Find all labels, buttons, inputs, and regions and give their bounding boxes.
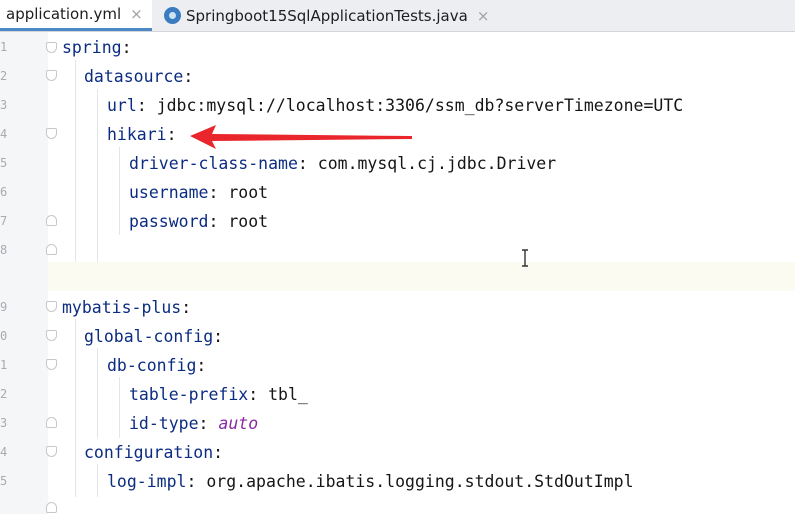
code-line[interactable]: log-impl: org.apache.ibatis.logging.stdo…: [107, 467, 634, 496]
fold-icon[interactable]: [46, 70, 57, 81]
line-number: 6: [0, 185, 8, 199]
line-number: 4: [0, 445, 8, 459]
code-line[interactable]: global-config:: [84, 322, 223, 351]
fold-icon[interactable]: [46, 359, 57, 370]
fold-icon[interactable]: [46, 502, 57, 513]
line-number: 3: [0, 98, 8, 112]
indent-guide: [97, 464, 98, 497]
code-line[interactable]: configuration:: [84, 438, 223, 467]
line-number: 8: [0, 243, 8, 257]
line-number: 9: [0, 300, 8, 314]
text-cursor-icon: [522, 249, 528, 267]
indent-guide: [97, 348, 98, 438]
close-icon[interactable]: ×: [477, 7, 490, 25]
editor-tab-bar: application.yml × Springboot15SqlApplica…: [0, 0, 795, 32]
line-number: 4: [0, 127, 8, 141]
fold-icon[interactable]: [46, 244, 57, 255]
code-line[interactable]: username: root: [129, 178, 268, 207]
code-line[interactable]: password: root: [129, 207, 268, 236]
code-line[interactable]: id-type: auto: [129, 409, 258, 438]
tab-label: application.yml: [6, 5, 122, 23]
current-line-highlight: [48, 262, 795, 291]
line-number: 7: [0, 214, 8, 228]
line-number: 2: [0, 387, 8, 401]
indent-guide: [119, 377, 120, 438]
fold-icon[interactable]: [46, 301, 57, 312]
line-number: 3: [0, 416, 8, 430]
fold-icon[interactable]: [46, 446, 57, 457]
tab-label: Springboot15SqlApplicationTests.java: [186, 6, 468, 25]
indent-guide: [119, 147, 120, 235]
fold-icon[interactable]: [46, 417, 57, 428]
code-line[interactable]: datasource:: [84, 62, 193, 91]
annotation-arrow: [190, 125, 412, 149]
code-line[interactable]: url: jdbc:mysql://localhost:3306/ssm_db?…: [107, 91, 683, 120]
line-number: 1: [0, 40, 8, 54]
indent-guide: [75, 60, 76, 262]
indent-guide: [97, 89, 98, 262]
line-number: 1: [0, 358, 8, 372]
fold-icon[interactable]: [46, 42, 57, 53]
code-line[interactable]: mybatis-plus:: [62, 293, 191, 322]
tab-application-yml[interactable]: application.yml ×: [0, 0, 152, 31]
code-line[interactable]: db-config:: [107, 351, 206, 380]
line-number: 5: [0, 156, 8, 170]
spring-test-file-icon: [164, 7, 181, 24]
code-line[interactable]: hikari:: [107, 120, 177, 149]
code-line[interactable]: table-prefix: tbl_: [129, 380, 308, 409]
fold-icon[interactable]: [46, 128, 57, 139]
indent-guide: [75, 319, 76, 497]
line-number: 5: [0, 474, 8, 488]
code-line[interactable]: spring:: [62, 33, 132, 62]
tab-springboot15-tests[interactable]: Springboot15SqlApplicationTests.java ×: [158, 0, 498, 31]
line-number: 2: [0, 69, 8, 83]
close-icon[interactable]: ×: [130, 5, 143, 23]
line-number: 0: [0, 329, 8, 343]
fold-icon[interactable]: [46, 330, 57, 341]
editor-gutter: [0, 32, 48, 514]
fold-icon[interactable]: [46, 215, 57, 226]
